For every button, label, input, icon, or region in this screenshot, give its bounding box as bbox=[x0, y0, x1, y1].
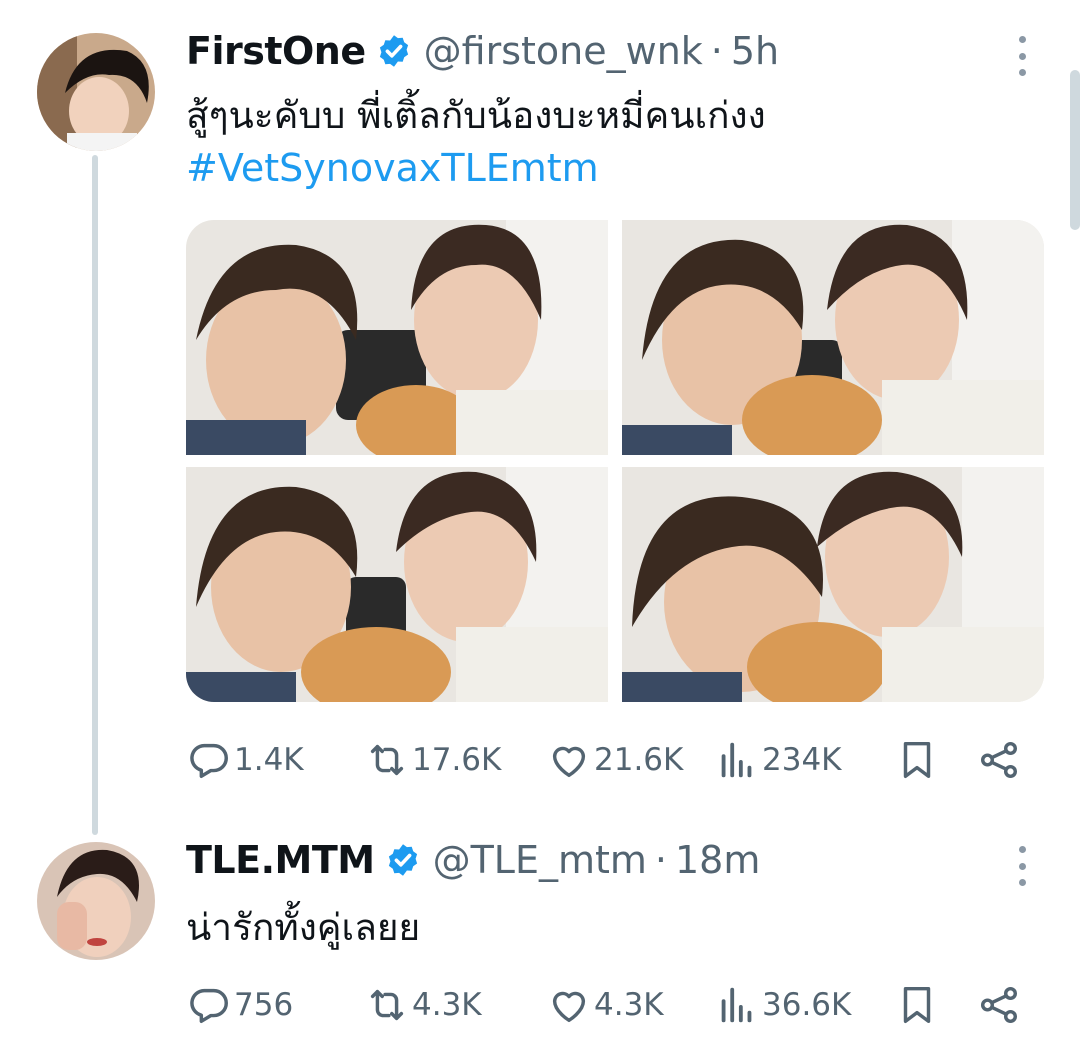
retweet-icon bbox=[370, 989, 404, 1021]
timestamp[interactable]: 18m bbox=[675, 838, 760, 882]
more-vertical-icon[interactable] bbox=[1012, 36, 1032, 76]
share-icon bbox=[980, 986, 1018, 1024]
media-photo[interactable] bbox=[622, 220, 1044, 455]
retweet-button[interactable]: 4.3K bbox=[364, 975, 482, 1035]
verified-badge-icon bbox=[385, 842, 421, 878]
tweet-actions: 756 4.3K 4.3K 36.6K bbox=[186, 975, 1036, 1035]
like-button[interactable]: 4.3K bbox=[546, 975, 664, 1035]
tweet-header: TLE.MTM @TLE_mtm · 18m bbox=[186, 835, 760, 885]
heart-icon bbox=[552, 991, 586, 1023]
like-count: 4.3K bbox=[594, 987, 664, 1023]
reply-icon bbox=[190, 988, 228, 1024]
timestamp[interactable]: 5h bbox=[731, 29, 779, 73]
views-button[interactable]: 36.6K bbox=[714, 975, 851, 1035]
display-name[interactable]: TLE.MTM bbox=[186, 838, 375, 882]
user-handle[interactable]: @firstone_wnk bbox=[424, 29, 703, 73]
reply-icon bbox=[190, 743, 228, 779]
media-photo[interactable] bbox=[186, 220, 608, 455]
share-button[interactable] bbox=[976, 730, 1022, 790]
avatar[interactable] bbox=[37, 33, 155, 151]
like-button[interactable]: 21.6K bbox=[546, 730, 683, 790]
views-count: 36.6K bbox=[762, 987, 852, 1023]
bookmark-button[interactable] bbox=[894, 730, 940, 790]
retweet-count: 4.3K bbox=[412, 987, 482, 1023]
views-button[interactable]: 234K bbox=[714, 730, 842, 790]
avatar[interactable] bbox=[37, 842, 155, 960]
reply-button[interactable]: 756 bbox=[186, 975, 293, 1035]
tweet[interactable]: FirstOne @firstone_wnk · 5h สู้ๆนะคับบ พ… bbox=[0, 0, 1080, 820]
bookmark-icon bbox=[903, 986, 931, 1024]
separator-dot: · bbox=[654, 838, 667, 882]
hashtag-link[interactable]: #VetSynovaxTLEmtm bbox=[186, 146, 599, 190]
share-button[interactable] bbox=[976, 975, 1022, 1035]
media-grid bbox=[186, 220, 1044, 702]
reply-count: 1.4K bbox=[234, 742, 304, 778]
tweet-actions: 1.4K 17.6K 21.6K 234K bbox=[186, 730, 1036, 790]
share-icon bbox=[980, 741, 1018, 779]
user-handle[interactable]: @TLE_mtm bbox=[433, 838, 647, 882]
reply-count: 756 bbox=[234, 987, 294, 1023]
display-name[interactable]: FirstOne bbox=[186, 29, 366, 73]
media-photo[interactable] bbox=[622, 467, 1044, 702]
reply-button[interactable]: 1.4K bbox=[186, 730, 304, 790]
media-photo[interactable] bbox=[186, 467, 608, 702]
retweet-count: 17.6K bbox=[412, 742, 502, 778]
heart-icon bbox=[552, 746, 586, 778]
tweet-text: น่ารักทั้งคู่เลยย bbox=[186, 906, 421, 949]
views-icon bbox=[721, 742, 752, 778]
views-icon bbox=[721, 987, 752, 1023]
bookmark-button[interactable] bbox=[894, 975, 940, 1035]
bookmark-icon bbox=[903, 741, 931, 779]
like-count: 21.6K bbox=[594, 742, 684, 778]
more-vertical-icon[interactable] bbox=[1012, 846, 1032, 886]
tweet-header: FirstOne @firstone_wnk · 5h bbox=[186, 26, 779, 76]
tweet[interactable]: TLE.MTM @TLE_mtm · 18m น่ารักทั้งคู่เลยย… bbox=[0, 820, 1080, 1045]
retweet-button[interactable]: 17.6K bbox=[364, 730, 501, 790]
separator-dot: · bbox=[710, 29, 723, 73]
views-count: 234K bbox=[762, 742, 842, 778]
verified-badge-icon bbox=[376, 33, 412, 69]
retweet-icon bbox=[370, 744, 404, 776]
tweet-text: สู้ๆนะคับบ พี่เติ้ลกับน้องบะหมี่คนเก่งง bbox=[186, 94, 766, 137]
